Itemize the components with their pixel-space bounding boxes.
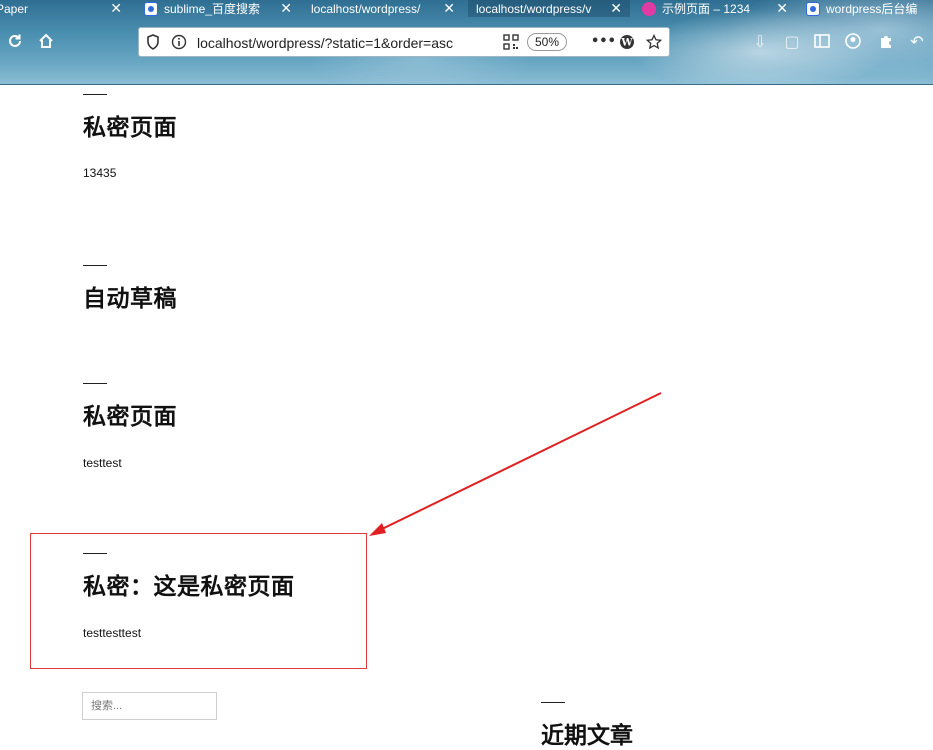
annotation-highlight-box bbox=[30, 533, 367, 669]
zoom-level-badge[interactable]: 50% bbox=[527, 33, 567, 51]
post-entry: 私密页面 testtest bbox=[83, 383, 177, 470]
tab-paper[interactable]: Paper ✕ bbox=[0, 0, 130, 17]
tab-sample-page[interactable]: 示例页面 – 1234 ✕ bbox=[636, 0, 796, 17]
close-icon[interactable]: ✕ bbox=[280, 0, 292, 17]
baidu-icon bbox=[806, 1, 820, 16]
post-entry: 私密页面 13435 bbox=[83, 94, 177, 180]
svg-text:W: W bbox=[620, 38, 633, 49]
browser-chrome: Paper ✕ sublime_百度搜索 ✕ localhost/wordpre… bbox=[0, 0, 933, 85]
recent-posts-widget: 近期文章 bbox=[541, 702, 633, 749]
tab-wordpress-admin[interactable]: wordpress后台编 bbox=[800, 0, 933, 17]
close-icon[interactable]: ✕ bbox=[776, 0, 788, 17]
separator-line bbox=[83, 94, 107, 95]
wordpress-icon[interactable]: W bbox=[619, 34, 635, 50]
download-icon[interactable]: ⇩ bbox=[750, 32, 770, 52]
baidu-icon bbox=[144, 1, 158, 16]
home-icon[interactable] bbox=[36, 32, 56, 52]
pink-circle-icon bbox=[642, 1, 656, 16]
tab-baidu-search[interactable]: sublime_百度搜索 ✕ bbox=[138, 0, 300, 17]
close-icon[interactable]: ✕ bbox=[610, 0, 622, 17]
tab-label: localhost/wordpress/ bbox=[311, 1, 421, 16]
post-excerpt: testtest bbox=[83, 456, 122, 470]
info-icon[interactable] bbox=[171, 34, 187, 50]
widget-title: 近期文章 bbox=[541, 723, 633, 749]
url-text[interactable]: localhost/wordpress/?static=1&order=asc bbox=[197, 34, 487, 52]
tab-localhost-1[interactable]: localhost/wordpress/ ✕ bbox=[303, 0, 463, 17]
tab-localhost-2[interactable]: localhost/wordpress/v ✕ bbox=[468, 0, 630, 17]
tab-label: Paper bbox=[0, 1, 29, 16]
tab-label: localhost/wordpress/v bbox=[476, 1, 592, 16]
post-excerpt: 13435 bbox=[83, 166, 117, 180]
tab-strip: Paper ✕ sublime_百度搜索 ✕ localhost/wordpre… bbox=[0, 0, 933, 18]
undo-icon[interactable]: ↶ bbox=[907, 32, 927, 52]
close-icon[interactable]: ✕ bbox=[443, 0, 455, 17]
separator-line bbox=[541, 702, 565, 703]
separator-line bbox=[83, 383, 107, 384]
shield-icon[interactable] bbox=[145, 34, 161, 50]
post-entry: 自动草稿 bbox=[83, 265, 177, 312]
tab-label: wordpress后台编 bbox=[826, 2, 918, 16]
post-title[interactable]: 自动草稿 bbox=[83, 279, 177, 313]
reload-icon[interactable] bbox=[5, 32, 25, 52]
account-icon[interactable] bbox=[843, 32, 863, 52]
navigation-toolbar: localhost/wordpress/?static=1&order=asc … bbox=[0, 24, 933, 60]
post-title[interactable]: 私密页面 bbox=[83, 397, 177, 431]
url-bar[interactable]: localhost/wordpress/?static=1&order=asc … bbox=[138, 27, 670, 57]
more-actions-icon[interactable]: ••• bbox=[591, 34, 616, 50]
tab-label: 示例页面 – 1234 bbox=[662, 2, 751, 16]
bookmark-star-icon[interactable] bbox=[645, 33, 663, 50]
search-input[interactable] bbox=[82, 692, 217, 720]
puzzle-icon[interactable] bbox=[876, 32, 896, 52]
tab-label: sublime_百度搜索 bbox=[164, 2, 261, 16]
sidebar-toggle-icon[interactable] bbox=[812, 32, 832, 52]
separator-line bbox=[83, 265, 107, 266]
close-icon[interactable]: ✕ bbox=[110, 0, 122, 17]
extension-icon[interactable]: ▢ bbox=[782, 32, 802, 52]
qr-code-icon[interactable] bbox=[503, 34, 519, 50]
post-title[interactable]: 私密页面 bbox=[83, 108, 177, 142]
